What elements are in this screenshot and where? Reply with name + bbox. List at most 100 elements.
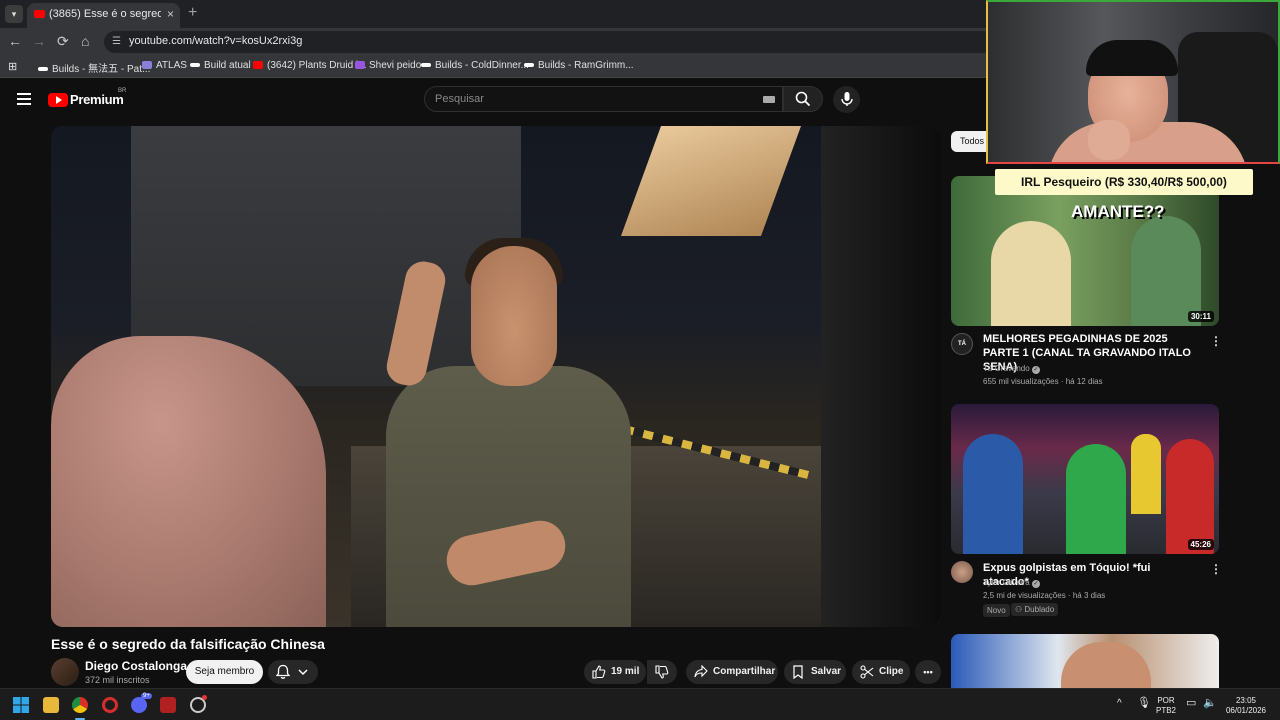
bookmark-favicon-icon <box>421 63 431 68</box>
verified-icon: ✓ <box>1031 366 1040 374</box>
save-button[interactable]: Salvar <box>784 660 846 684</box>
more-vert-icon[interactable]: ⋮ <box>1210 334 1222 348</box>
url-text[interactable]: youtube.com/watch?v=kosUx2rxi3g <box>129 35 302 47</box>
youtube-logo-text[interactable]: Premium <box>70 92 124 107</box>
like-count: 19 mil <box>611 666 640 677</box>
bookmark-item[interactable]: Builds - ColdDinner... <box>421 60 529 71</box>
address-bar[interactable]: ☰ youtube.com/watch?v=kosUx2rxi3g <box>104 31 994 53</box>
keyboard-icon[interactable] <box>763 96 775 103</box>
home-button[interactable]: ⌂ <box>81 34 89 48</box>
tray-chevron-up-icon[interactable]: ^ <box>1117 699 1122 709</box>
microphone-icon <box>841 92 853 106</box>
streamer-webcam <box>986 0 1280 164</box>
bookmark-favicon-icon <box>38 67 48 72</box>
tab-title: (3865) Esse é o segredo da falsificação … <box>49 8 161 20</box>
verified-icon: ✓ <box>1031 580 1040 588</box>
clip-label: Clipe <box>879 666 904 677</box>
bookmark-item[interactable]: Builds - RamGrimm... <box>524 60 634 71</box>
video-thumbnail[interactable]: 45:26 <box>951 404 1219 554</box>
discord-icon[interactable] <box>131 697 147 713</box>
video-thumbnail[interactable] <box>951 634 1219 688</box>
windows-start-icon[interactable] <box>13 697 29 713</box>
recommendation-channel[interactable]: Tyler Oliveira ✓ <box>983 578 1040 588</box>
apps-icon[interactable]: ⊞ <box>8 60 17 73</box>
clip-button[interactable]: Clipe <box>852 660 910 684</box>
video-person-face <box>471 246 557 386</box>
opera-icon[interactable] <box>102 697 118 713</box>
tab-search-button[interactable]: ▾ <box>5 5 23 23</box>
thumbs-down-icon <box>655 665 669 679</box>
reload-button[interactable]: ⟳ <box>57 34 69 48</box>
bookmark-item[interactable]: ATLAS <box>142 60 187 71</box>
video-player[interactable] <box>51 126 941 627</box>
thumbnail-person <box>1166 439 1214 554</box>
dislike-button[interactable] <box>647 660 677 684</box>
bookmark-item[interactable]: Shevi peido <box>355 60 421 71</box>
chrome-icon[interactable] <box>72 697 88 713</box>
youtube-favicon-icon <box>34 10 45 18</box>
file-explorer-icon[interactable] <box>43 697 59 713</box>
channel-name[interactable]: Diego Costalonga <box>85 659 187 673</box>
donation-goal-bar: IRL Pesqueiro (R$ 330,40/R$ 500,00) <box>995 169 1253 195</box>
windows-taskbar: 9+ ^ 🎙 POR PTB2 ▭ 🔈 23:05 06/01/2026 <box>0 688 1280 720</box>
new-tab-button[interactable]: + <box>188 4 197 22</box>
search-input[interactable]: Pesquisar <box>435 93 484 105</box>
like-button[interactable]: 19 mil <box>584 660 646 684</box>
bookmark-icon <box>793 665 803 679</box>
thumbnail-person <box>1131 216 1201 326</box>
tray-microphone-icon[interactable]: 🎙 <box>1137 698 1151 709</box>
language-indicator[interactable]: POR PTB2 <box>1156 696 1176 716</box>
channel-avatar[interactable] <box>951 561 973 583</box>
new-badge: Novo <box>983 604 1010 617</box>
bookmark-favicon-icon <box>142 61 152 70</box>
bookmark-favicon-icon <box>253 61 263 70</box>
channel-avatar[interactable]: TÁ <box>951 333 973 355</box>
bookmark-item[interactable]: Builds - 無法五 - Pat... <box>38 60 150 75</box>
channel-avatar[interactable] <box>51 658 79 686</box>
share-icon <box>694 665 708 678</box>
webcam-streamer-cap <box>1086 40 1178 76</box>
back-button[interactable]: ← <box>8 34 22 48</box>
bookmark-item[interactable]: Build atual <box>190 60 251 71</box>
youtube-logo-icon[interactable] <box>48 93 68 107</box>
join-button[interactable]: Seja membro <box>186 660 263 684</box>
region-code: BR <box>118 88 127 94</box>
video-title: Esse é o segredo da falsificação Chinesa <box>51 636 325 652</box>
more-actions-button[interactable]: ••• <box>915 660 941 684</box>
network-icon[interactable]: ▭ <box>1186 698 1196 709</box>
bookmark-favicon-icon <box>190 63 200 68</box>
search-field[interactable]: Pesquisar <box>424 86 783 112</box>
duration-badge: 45:26 <box>1187 539 1214 550</box>
voice-search-button[interactable] <box>833 86 860 113</box>
thumbnail-text: AMANTE?? <box>1071 202 1165 221</box>
recommendation-channel[interactable]: Tá Gravando ✓ <box>983 364 1040 374</box>
share-label: Compartilhar <box>713 666 776 677</box>
thumbnail-person <box>1131 434 1161 514</box>
save-label: Salvar <box>811 666 842 677</box>
search-icon <box>795 91 811 107</box>
browser-tab[interactable]: (3865) Esse é o segredo da falsificação … <box>27 3 180 28</box>
site-info-icon[interactable]: ☰ <box>112 36 124 48</box>
system-clock[interactable]: 23:05 06/01/2026 <box>1222 696 1270 716</box>
share-button[interactable]: Compartilhar <box>686 660 778 684</box>
bell-icon <box>275 664 291 679</box>
volume-icon[interactable]: 🔈 <box>1203 698 1217 709</box>
thumbnail-person <box>1061 642 1151 688</box>
thumbnail-person <box>1066 444 1126 554</box>
subscriber-count: 372 mil inscritos <box>85 675 150 685</box>
more-vert-icon[interactable]: ⋮ <box>1210 562 1222 576</box>
chevron-down-icon <box>298 669 308 676</box>
app-icon[interactable] <box>160 697 176 713</box>
bookmark-item[interactable]: (3642) Plants Druid i... <box>253 60 367 71</box>
notification-bell-button[interactable] <box>268 660 318 684</box>
tab-close-icon[interactable]: × <box>167 3 174 25</box>
search-button[interactable] <box>783 86 823 112</box>
thumbnail-person <box>963 434 1023 554</box>
menu-icon[interactable] <box>17 93 31 108</box>
bookmark-favicon-icon <box>355 61 365 70</box>
scissors-icon <box>860 665 874 679</box>
webcam-streamer-hand <box>1088 120 1130 160</box>
forward-button[interactable]: → <box>32 34 46 48</box>
video-thumbnail[interactable]: AMANTE?? 30:11 <box>951 176 1219 326</box>
thumbnail-person <box>991 221 1071 326</box>
